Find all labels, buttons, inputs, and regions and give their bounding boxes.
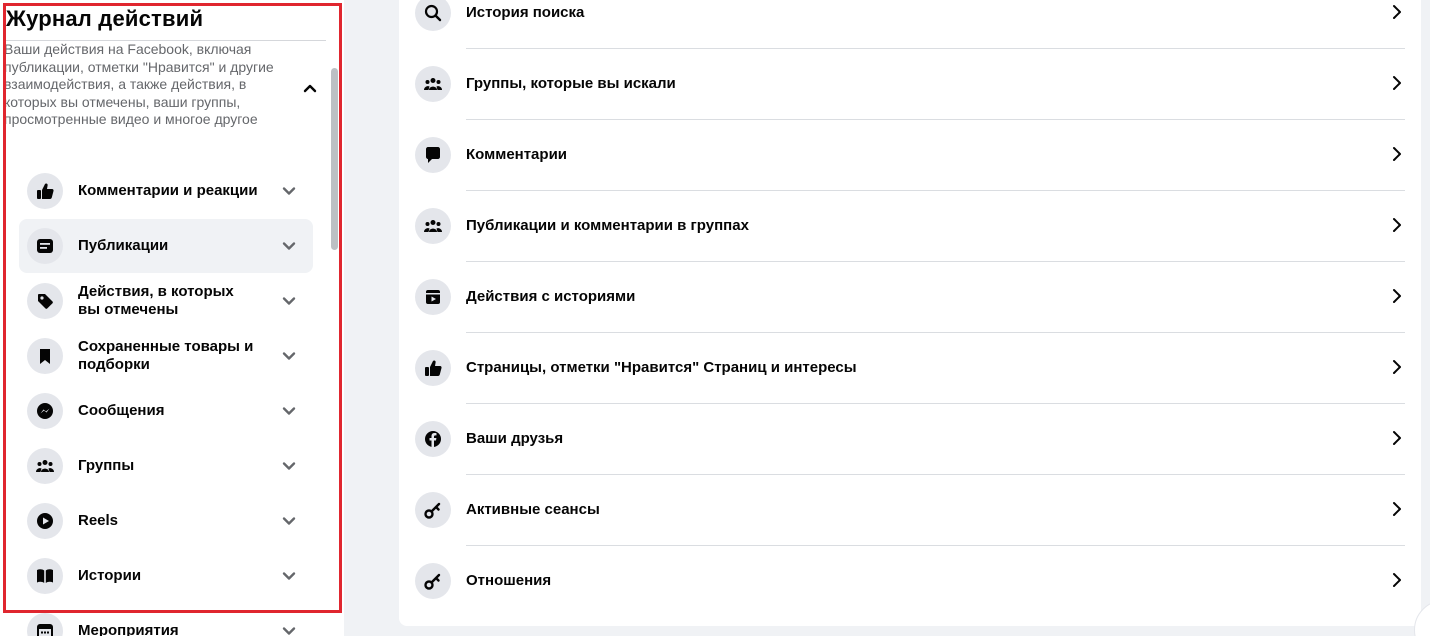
chevron-down-icon [281,183,297,199]
key-icon [415,492,451,528]
chevron-down-icon [281,293,297,309]
chevron-right-icon [1389,144,1405,164]
chevron-right-icon [1389,286,1405,306]
calendar-icon [27,613,63,636]
chevron-right-icon [1389,499,1405,519]
row-label: Действия с историями [466,288,636,305]
row-label: История поиска [466,4,585,21]
search-icon [415,0,451,31]
row-searched-groups[interactable]: Группы, которые вы искали [415,49,1405,120]
chevron-down-icon [281,513,297,529]
sidebar-description: Ваши действия на Facebook, включая публи… [4,41,274,127]
chevron-down-icon [281,568,297,584]
sidebar-item-label: Мероприятия [78,622,179,636]
chevron-right-icon [1389,215,1405,235]
chevron-right-icon [1389,357,1405,377]
sidebar-item-reels[interactable]: Reels [19,494,313,548]
sidebar-item-messages[interactable]: Сообщения [19,384,313,438]
key-icon [415,563,451,599]
row-group-posts-comments[interactable]: Публикации и комментарии в группах [415,191,1405,262]
post-icon [27,228,63,264]
chevron-right-icon [1389,73,1405,93]
page-title: Журнал действий [6,6,204,31]
chevron-down-icon [281,458,297,474]
collapse-button[interactable] [300,80,320,96]
groups-icon [415,66,451,102]
chevron-right-icon [1389,428,1405,448]
thumbs-up-icon [27,173,63,209]
row-search-history[interactable]: История поиска [415,0,1405,49]
chevron-right-icon [1389,570,1405,590]
chevron-up-icon [303,84,317,93]
sidebar-item-label: Публикации [78,237,169,254]
groups-icon [27,448,63,484]
row-pages-likes-interests[interactable]: Страницы, отметки "Нравится" Страниц и и… [415,333,1405,404]
row-label: Страницы, отметки "Нравится" Страниц и и… [466,359,857,376]
sidebar-item-label: Комментарии и реакции [78,182,258,199]
comment-icon [415,137,451,173]
sidebar-item-label: Сообщения [78,402,165,419]
play-icon [27,503,63,539]
stories-icon [415,279,451,315]
sidebar-item-stories[interactable]: Истории [19,549,313,603]
row-label: Группы, которые вы искали [466,75,676,92]
row-relationships[interactable]: Отношения [415,546,1405,617]
sidebar-item-label: Reels [78,512,119,529]
row-label: Активные сеансы [466,501,600,518]
chevron-down-icon [281,348,297,364]
sidebar-item-tagged[interactable]: Действия, в которых вы отмечены [19,274,313,328]
book-icon [27,558,63,594]
chevron-down-icon [281,238,297,254]
row-active-sessions[interactable]: Активные сеансы [415,475,1405,546]
sidebar-item-events[interactable]: Мероприятия [19,604,313,636]
sidebar-item-label: Группы [78,457,135,474]
chevron-down-icon [281,403,297,419]
sidebar: Журнал действий Ваши действия на Faceboo… [0,0,344,636]
thumbs-up-icon [415,350,451,386]
sidebar-item-posts[interactable]: Публикации [19,219,313,273]
chevron-right-icon [1389,2,1405,22]
row-story-actions[interactable]: Действия с историями [415,262,1405,333]
sidebar-item-label: Сохраненные товары и подборки [78,338,254,373]
row-label: Отношения [466,572,552,589]
row-label: Публикации и комментарии в группах [466,217,749,234]
facebook-icon [415,421,451,457]
row-label: Ваши друзья [466,430,564,447]
activity-log-page: Журнал действий Ваши действия на Faceboo… [0,0,1430,636]
chevron-down-icon [281,623,297,636]
tag-icon [27,283,63,319]
row-comments[interactable]: Комментарии [415,120,1405,191]
sidebar-item-saved[interactable]: Сохраненные товары и подборки [19,329,313,383]
bookmark-icon [27,338,63,374]
row-your-friends[interactable]: Ваши друзья [415,404,1405,475]
sidebar-item-comments-reactions[interactable]: Комментарии и реакции [19,164,313,218]
sidebar-item-label: Истории [78,567,142,584]
sidebar-scrollbar-thumb[interactable] [331,68,338,250]
sidebar-item-groups[interactable]: Группы [19,439,313,493]
row-label: Комментарии [466,146,568,163]
sidebar-item-label: Действия, в которых вы отмечены [78,283,234,318]
messenger-icon [27,393,63,429]
groups-icon [415,208,451,244]
